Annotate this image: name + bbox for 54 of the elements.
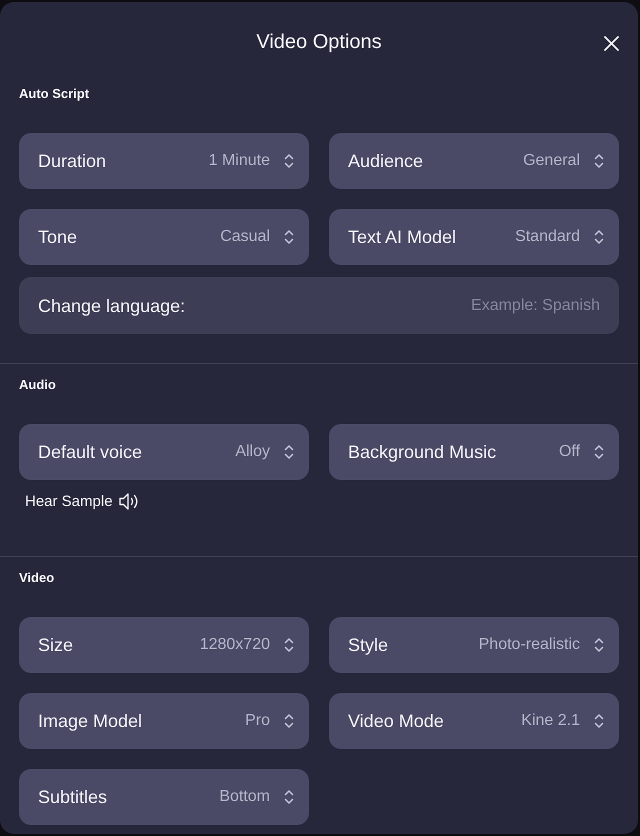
updown-chevron-icon [594,713,604,729]
dropdown-value: Off [558,442,580,462]
dropdown[interactable]: Tone Casual [19,209,309,265]
section-heading: Audio [19,377,56,393]
field-label: Image Model [38,710,142,732]
field-label: Subtitles [38,786,108,808]
field-label: Size [38,634,74,656]
dropdown[interactable]: Subtitles Bottom [19,769,309,825]
close-icon [604,36,618,50]
dropdown-value: Photo-realistic [478,635,580,655]
dropdown[interactable]: Style Photo-realistic [329,617,619,673]
field-label: Background Music [348,441,496,463]
updown-chevron-icon [594,444,604,460]
dropdown-value: 1280x720 [200,635,270,655]
text-input[interactable]: Example: Spanish [300,294,600,316]
dropdown-value: Standard [515,227,580,247]
field-label: Text AI Model [348,226,456,248]
updown-chevron-icon [594,637,604,653]
updown-chevron-icon [284,229,294,245]
dropdown[interactable]: Audience General [329,133,619,189]
dropdown-value: Pro [245,711,270,731]
dropdown-value: Kine 2.1 [521,711,580,731]
dropdown-value: 1 Minute [208,151,270,171]
updown-chevron-icon [284,637,294,653]
dropdown-value: General [523,151,580,171]
speaker-icon [118,492,140,511]
field-label: Default voice [38,441,142,463]
updown-chevron-icon [594,153,604,169]
section-heading: Video [19,570,54,586]
dropdown-value: Alloy [235,442,270,462]
updown-chevron-icon [284,444,294,460]
field-label: Style [348,634,388,656]
hear-sample-button[interactable]: Hear Sample [25,492,140,511]
dropdown-value: Bottom [219,787,270,807]
dropdown[interactable]: Text AI Model Standard [329,209,619,265]
field-label: Tone [38,226,78,248]
updown-chevron-icon [284,153,294,169]
updown-chevron-icon [284,713,294,729]
dropdown[interactable]: Size 1280x720 [19,617,309,673]
dropdown[interactable]: Default voice Alloy [19,424,309,480]
field-label: Video Mode [348,710,444,732]
updown-chevron-icon [594,229,604,245]
field-label: Change language: [38,294,186,316]
close-button[interactable] [601,33,621,53]
dialog-title: Video Options [256,30,382,55]
dropdown[interactable]: Duration 1 Minute [19,133,309,189]
field-label: Duration [38,150,106,172]
dropdown[interactable]: Background Music Off [329,424,619,480]
field-label: Audience [348,150,424,172]
dropdown-value: Casual [220,227,270,247]
dropdown[interactable]: Video Mode Kine 2.1 [329,693,619,749]
section-heading: Auto Script [19,86,90,102]
dropdown[interactable]: Image Model Pro [19,693,309,749]
updown-chevron-icon [284,789,294,805]
